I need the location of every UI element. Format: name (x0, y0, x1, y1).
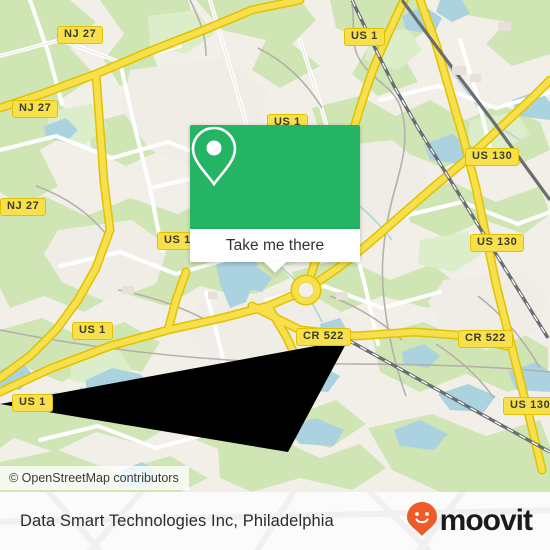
shield-nj-27-southwest: NJ 27 (0, 198, 47, 216)
footer-bar: Data Smart Technologies Inc, Philadelphi… (0, 492, 550, 550)
location-popup-card[interactable]: Take me there (190, 125, 360, 273)
moovit-wordmark: moovit (439, 504, 533, 537)
shield-cr-522-center: CR 522 (296, 328, 351, 346)
take-me-there-button[interactable]: Take me there (190, 229, 360, 273)
shield-nj-27-north: NJ 27 (57, 26, 104, 44)
popup-tail (264, 262, 286, 273)
shield-us-130-east: US 130 (470, 234, 525, 252)
map-screen: NJ 27 NJ 27 NJ 27 US 1 US 1 US 1 US 1 US 1 US 13… (0, 0, 550, 550)
map-attribution[interactable]: © OpenStreetMap contributors (0, 466, 189, 490)
map-canvas[interactable]: NJ 27 NJ 27 NJ 27 US 1 US 1 US 1 US 1 US 1 US 13… (0, 0, 550, 492)
shield-nj-27-west: NJ 27 (12, 100, 59, 118)
shield-cr-522-east: CR 522 (458, 330, 513, 348)
shield-us-130-southeast: US 130 (503, 397, 550, 415)
popup-icon-area (190, 125, 360, 229)
place-title: Data Smart Technologies Inc, Philadelphi… (20, 511, 334, 530)
moovit-logo[interactable]: moovit (406, 501, 533, 542)
shield-us-130-northeast: US 130 (465, 148, 520, 166)
moovit-pin-smile-icon (406, 501, 438, 542)
shield-us-1-west: US 1 (72, 322, 113, 340)
shield-us-1-north: US 1 (344, 28, 385, 46)
popup-action-label: Take me there (225, 236, 325, 254)
shield-us-1-southwest: US 1 (12, 394, 53, 412)
